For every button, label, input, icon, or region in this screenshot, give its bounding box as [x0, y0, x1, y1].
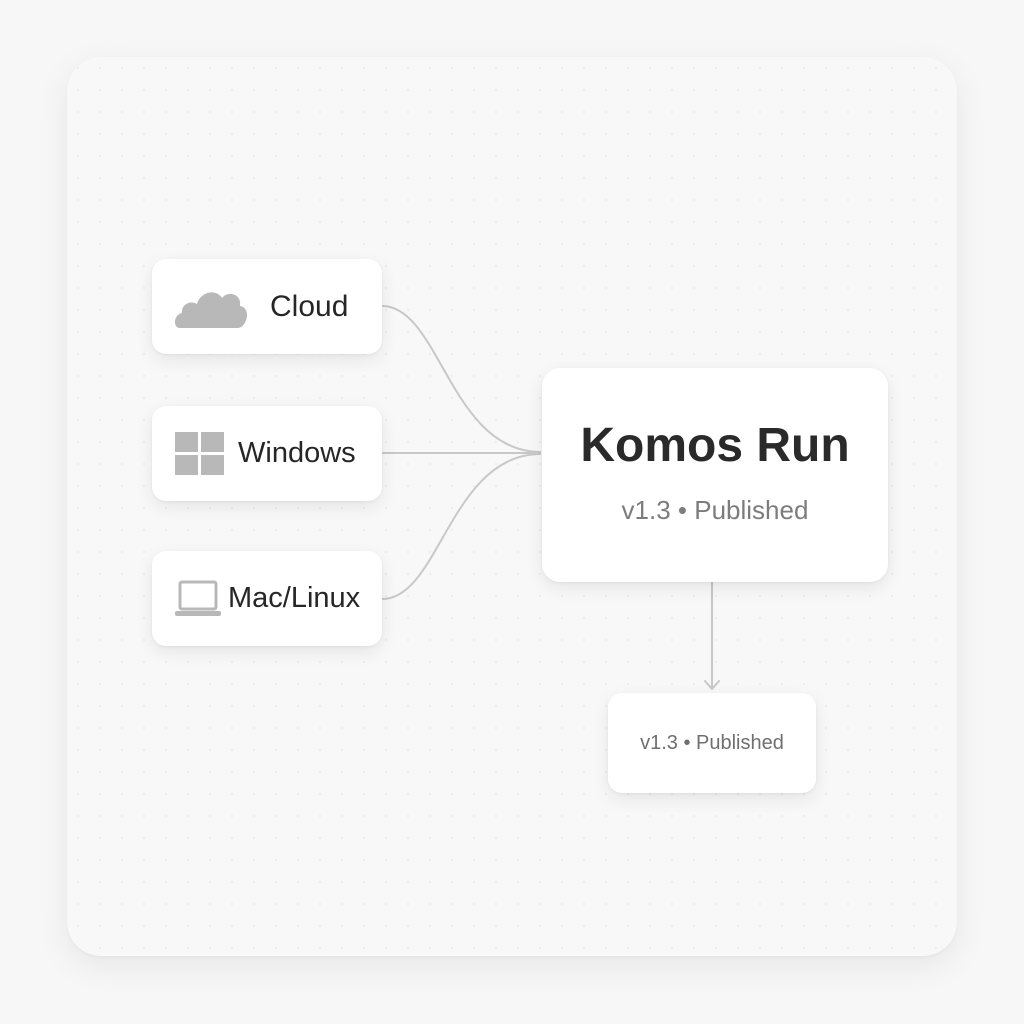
- main-node-title: Komos Run: [580, 419, 850, 472]
- output-node[interactable]: v1.3 • Published: [608, 693, 816, 793]
- laptop-icon: [172, 579, 224, 619]
- source-label-windows: Windows: [238, 437, 356, 469]
- main-node-subtitle: v1.3 • Published: [621, 495, 809, 525]
- source-label-maclinux: Mac/Linux: [228, 582, 361, 614]
- output-node-label: v1.3 • Published: [640, 731, 784, 754]
- main-node-komos-run[interactable]: Komos Run v1.3 • Published: [542, 368, 888, 582]
- source-node-maclinux[interactable]: Mac/Linux: [152, 551, 382, 646]
- source-node-windows[interactable]: Windows: [152, 406, 382, 501]
- source-label-cloud: Cloud: [270, 289, 349, 323]
- cloud-icon: [172, 282, 250, 332]
- source-node-cloud[interactable]: Cloud: [152, 259, 382, 354]
- windows-logo-icon: [172, 430, 228, 478]
